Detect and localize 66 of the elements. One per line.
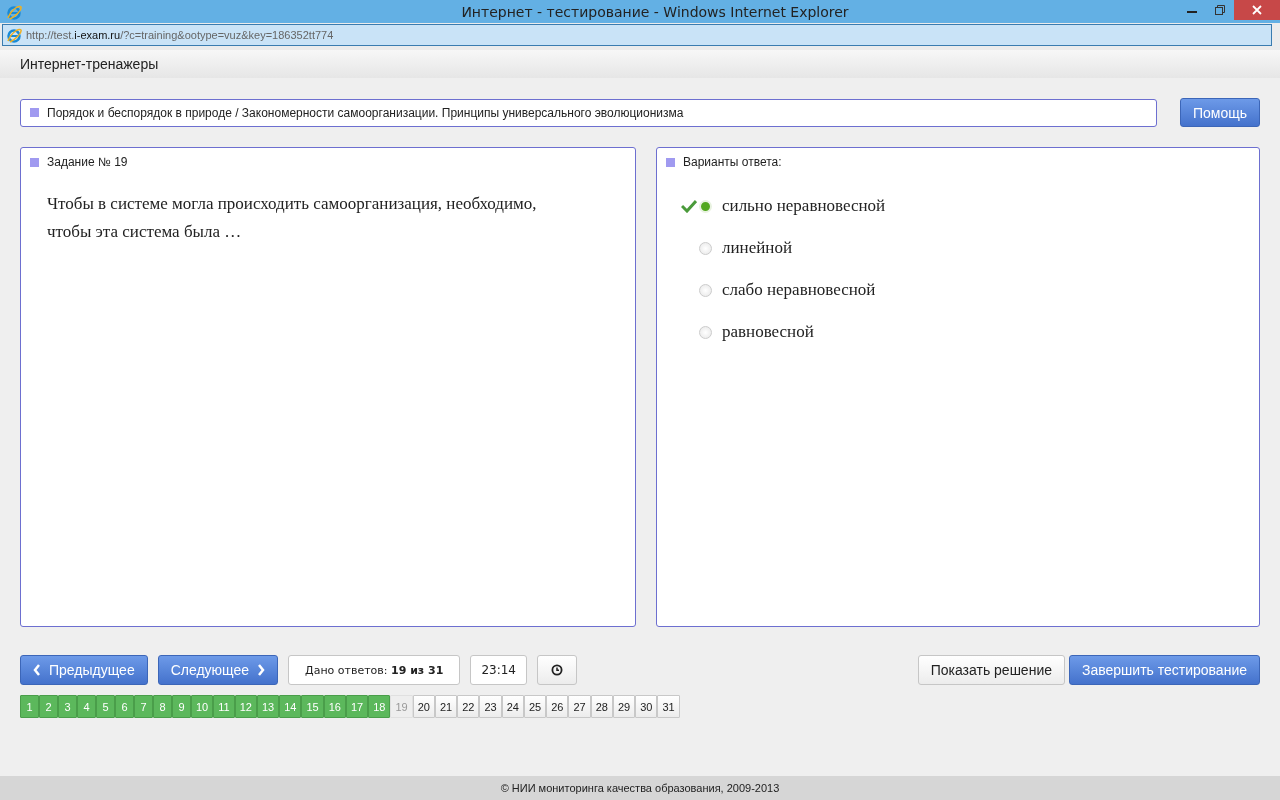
page-number-button[interactable]: 17 bbox=[345, 695, 369, 718]
page-number-button[interactable]: 11 bbox=[213, 695, 235, 718]
answer-option-text[interactable]: слабо неравновесной bbox=[722, 280, 876, 300]
page-number-button[interactable]: 10 bbox=[191, 695, 214, 718]
page-number-button[interactable]: 28 bbox=[590, 695, 613, 718]
page-number-button[interactable]: 16 bbox=[323, 695, 346, 718]
page-number-button[interactable]: 18 bbox=[368, 695, 391, 718]
page-number-button[interactable]: 7 bbox=[134, 695, 153, 718]
radio-button[interactable] bbox=[699, 283, 712, 297]
show-solution-button[interactable]: Показать решение bbox=[917, 655, 1065, 685]
radio-button[interactable] bbox=[699, 325, 712, 339]
page-number-button[interactable]: 30 bbox=[635, 695, 658, 718]
topic-text: Порядок и беспорядок в природе / Закономерности самоорганизации. Принципы универсального эволюционизма bbox=[47, 105, 684, 120]
page-number-button[interactable]: 5 bbox=[96, 695, 115, 718]
window-title: Интернет - тестирование - Windows Internet Explorer bbox=[460, 3, 850, 20]
page-number-button[interactable]: 6 bbox=[115, 695, 134, 718]
page-number-button[interactable]: 13 bbox=[256, 695, 280, 718]
clock-icon bbox=[551, 664, 563, 676]
question-text: Чтобы в системе могла происходить самоорганизация, необходимо, чтобы эта система была … bbox=[47, 193, 538, 243]
page-number-button[interactable]: 19 bbox=[390, 695, 413, 718]
previous-button[interactable]: Предыдущее bbox=[20, 655, 148, 685]
answered-counter: Дано ответов: 19 из 31 bbox=[305, 663, 444, 677]
page-number-button[interactable]: 2 bbox=[39, 695, 58, 718]
page-number-button[interactable]: 15 bbox=[301, 695, 324, 718]
page-number-button[interactable]: 8 bbox=[153, 695, 172, 718]
page-number-button[interactable]: 9 bbox=[172, 695, 191, 718]
square-icon bbox=[30, 108, 39, 117]
page-number-button[interactable]: 31 bbox=[657, 695, 680, 718]
answer-option-text[interactable]: сильно неравновесной bbox=[722, 196, 886, 216]
footer-text: © НИИ мониторинга качества образования, 2009-2013 bbox=[500, 782, 780, 794]
page-number-button[interactable]: 21 bbox=[434, 695, 458, 718]
close-icon bbox=[1252, 5, 1262, 15]
page-number-button[interactable]: 3 bbox=[58, 695, 77, 718]
page-number-button[interactable]: 1 bbox=[20, 695, 39, 718]
clock-button[interactable] bbox=[537, 655, 577, 685]
chevron-left-icon bbox=[33, 664, 41, 676]
page-number-button[interactable]: 14 bbox=[279, 695, 302, 718]
page-number-button[interactable]: 27 bbox=[568, 695, 591, 718]
help-button[interactable]: Помощь bbox=[1180, 98, 1260, 127]
chevron-right-icon bbox=[257, 664, 266, 676]
page-number-button[interactable]: 22 bbox=[457, 695, 480, 718]
page-number-button[interactable]: 24 bbox=[501, 695, 524, 718]
restore-icon bbox=[1215, 5, 1225, 15]
answer-option-text[interactable]: равновесной bbox=[722, 322, 814, 342]
page-number-button[interactable]: 4 bbox=[77, 695, 96, 718]
timer-display: 23:14 bbox=[470, 655, 527, 685]
panel-heading: Задание № 19 bbox=[47, 155, 128, 169]
next-button[interactable]: Следующее bbox=[157, 655, 279, 685]
close-button[interactable] bbox=[1234, 0, 1280, 20]
page-number-button[interactable]: 29 bbox=[612, 695, 636, 718]
answer-option-text[interactable]: линейной bbox=[722, 238, 792, 258]
page-number-button[interactable]: 23 bbox=[479, 695, 502, 718]
address-bar[interactable]: http://test.i-exam.ru/?c=training&ootype=vuz&key=186352tt774 bbox=[2, 24, 1272, 46]
square-icon bbox=[30, 157, 39, 167]
browser-logo-icon bbox=[6, 3, 22, 20]
site-title: Интернет-тренажеры bbox=[20, 56, 159, 72]
panel-heading: Варианты ответа: bbox=[683, 155, 782, 169]
radio-button[interactable] bbox=[699, 241, 712, 255]
finish-button[interactable]: Завершить тестирование bbox=[1069, 655, 1260, 685]
page-number-button[interactable]: 12 bbox=[234, 695, 257, 718]
url-text: http://test.i-exam.ru/?c=training&ootype=vuz&key=186352tt774 bbox=[26, 29, 334, 41]
page-number-button[interactable]: 25 bbox=[523, 695, 547, 718]
page-number-button[interactable]: 20 bbox=[412, 695, 435, 718]
page-number-button[interactable]: 26 bbox=[546, 695, 569, 718]
square-icon bbox=[666, 157, 675, 167]
browser-logo-icon bbox=[6, 27, 22, 43]
